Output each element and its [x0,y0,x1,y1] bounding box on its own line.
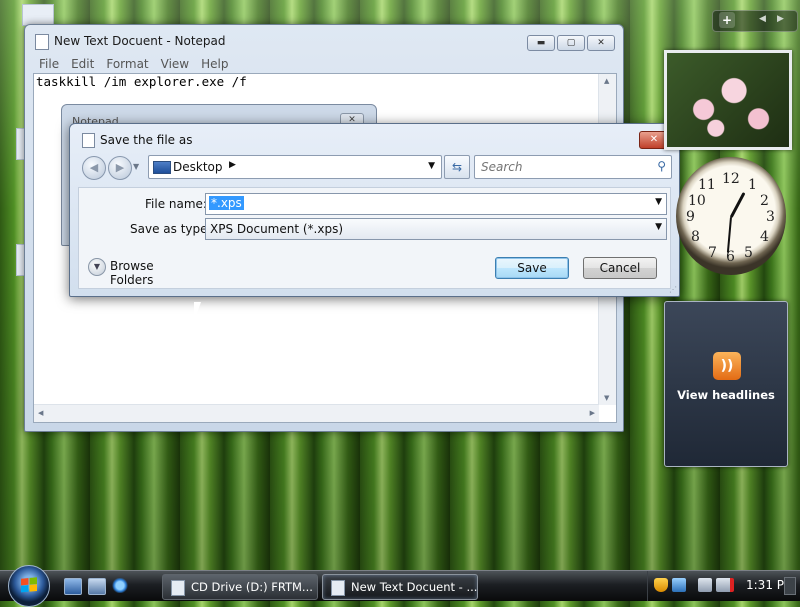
system-tray: 1:31 PM [647,571,800,601]
clock-number: 4 [760,229,769,245]
clock-number: 12 [722,171,740,187]
taskbar-button-notepad[interactable]: New Text Docuent - ... [322,574,478,600]
clock-number: 8 [691,229,700,245]
file-name-value[interactable]: *.xps [209,196,244,210]
save-as-type-select[interactable]: XPS Document (*.xps) ▼ [205,218,667,240]
clock-number: 3 [766,209,775,225]
cd-drive-icon [171,579,185,596]
recent-pages-chevron-icon[interactable]: ▼ [133,162,139,171]
clock-number: 11 [698,177,716,193]
scroll-down-icon[interactable]: ▼ [604,394,609,402]
security-shield-icon[interactable] [654,578,668,592]
taskbar-button-cd-drive[interactable]: CD Drive (D:) FRTM... [162,574,318,600]
add-gadget-button[interactable]: + [719,12,735,28]
menu-edit[interactable]: Edit [65,55,100,73]
notepad-icon [331,579,345,596]
address-bar[interactable]: Desktop ▶ ▼ [148,155,442,179]
file-name-label: File name: [145,197,207,211]
network-icon[interactable] [672,578,686,592]
clock-number: 2 [760,193,769,209]
expand-chevron-icon: ▼ [88,258,106,276]
save-as-type-dropdown-icon[interactable]: ▼ [655,222,662,232]
clock-number: 10 [688,193,706,209]
windows-logo-icon [21,577,37,593]
minimize-button[interactable]: ▬ [527,35,555,51]
save-dialog: Save the file as ✕ ◀ ▶ ▼ Desktop ▶ ▼ ⇆ ⚲… [69,123,680,297]
refresh-icon[interactable]: ⇆ [444,155,470,179]
close-button[interactable]: ✕ [587,35,615,51]
sidebar-control-bar: + ◀ ▶ [712,10,798,32]
clock-number: 1 [748,177,757,193]
notepad-titlebar[interactable]: New Text Docuent - Notepad ▬ ▢ ✕ [25,25,623,55]
search-icon[interactable]: ⚲ [657,159,666,173]
scroll-left-icon[interactable]: ◀ [38,409,43,417]
notepad-content: taskkill /im explorer.exe /f [36,74,247,89]
feed-headlines-gadget[interactable]: )) View headlines [664,301,788,467]
search-box[interactable]: ⚲ [474,155,672,179]
notepad-title: New Text Docuent - Notepad [54,34,226,48]
switch-windows-icon[interactable] [88,578,106,595]
notepad-menubar: File Edit Format View Help [33,55,615,73]
notepad-app-icon [35,34,49,50]
start-button[interactable] [8,565,50,607]
view-headlines-link[interactable]: View headlines [665,388,787,402]
clock-gadget[interactable]: 12 1 2 3 4 5 6 7 8 9 10 11 [676,157,786,275]
address-location[interactable]: Desktop [173,160,223,174]
taskbar-button-label: CD Drive (D:) FRTM... [191,580,313,594]
maximize-button[interactable]: ▢ [557,35,585,51]
menu-help[interactable]: Help [195,55,234,73]
document-icon [82,133,95,148]
cancel-button[interactable]: Cancel [583,257,657,279]
clock-number: 5 [744,245,753,261]
back-arrow-icon[interactable]: ◀ [82,156,106,180]
file-name-field[interactable]: *.xps ▼ [205,193,667,215]
clock-number: 9 [686,209,695,225]
network-disconnected-icon[interactable] [698,578,712,592]
browse-folders-button[interactable]: ▼ Browse Folders [88,257,198,287]
menu-view[interactable]: View [155,55,195,73]
taskbar: CD Drive (D:) FRTM... New Text Docuent -… [0,565,800,607]
menu-file[interactable]: File [33,55,65,73]
navigation-bar: ◀ ▶ ▼ Desktop ▶ ▼ ⇆ ⚲ [78,152,672,182]
show-desktop-strip[interactable] [784,577,796,595]
desktop-icon-recycle-bin[interactable] [22,4,54,26]
scroll-up-icon[interactable]: ▲ [604,77,609,85]
mouse-pointer-icon [194,302,201,322]
menu-format[interactable]: Format [100,55,154,73]
rss-feed-icon: )) [713,352,741,380]
breadcrumb-arrow-icon[interactable]: ▶ [229,160,236,170]
search-input[interactable] [479,159,643,175]
taskbar-button-label: New Text Docuent - ... [351,580,478,594]
clock-minute-hand [726,216,732,253]
volume-muted-icon[interactable] [716,578,734,592]
next-page-icon[interactable]: ▶ [777,14,784,24]
forward-arrow-icon[interactable]: ▶ [108,156,132,180]
scroll-right-icon[interactable]: ▶ [590,409,595,417]
address-dropdown-icon[interactable]: ▼ [428,161,435,171]
save-dialog-title: Save the file as [100,133,193,147]
internet-explorer-icon[interactable] [112,578,128,593]
browse-folders-label: Browse Folders [110,259,154,287]
horizontal-scrollbar[interactable]: ◀ ▶ [34,404,599,422]
previous-page-icon[interactable]: ◀ [759,14,766,24]
save-as-type-label: Save as type: [130,222,212,236]
save-button[interactable]: Save [495,257,569,279]
desktop-folder-icon [153,161,171,174]
show-desktop-icon[interactable] [64,578,82,595]
clock-number: 7 [708,245,717,261]
file-name-dropdown-icon[interactable]: ▼ [655,197,662,207]
clock-hour-hand [729,192,746,219]
save-as-type-value: XPS Document (*.xps) [210,222,344,236]
slideshow-gadget[interactable] [664,50,792,150]
resize-grip-icon[interactable]: ⋰ [669,285,677,294]
